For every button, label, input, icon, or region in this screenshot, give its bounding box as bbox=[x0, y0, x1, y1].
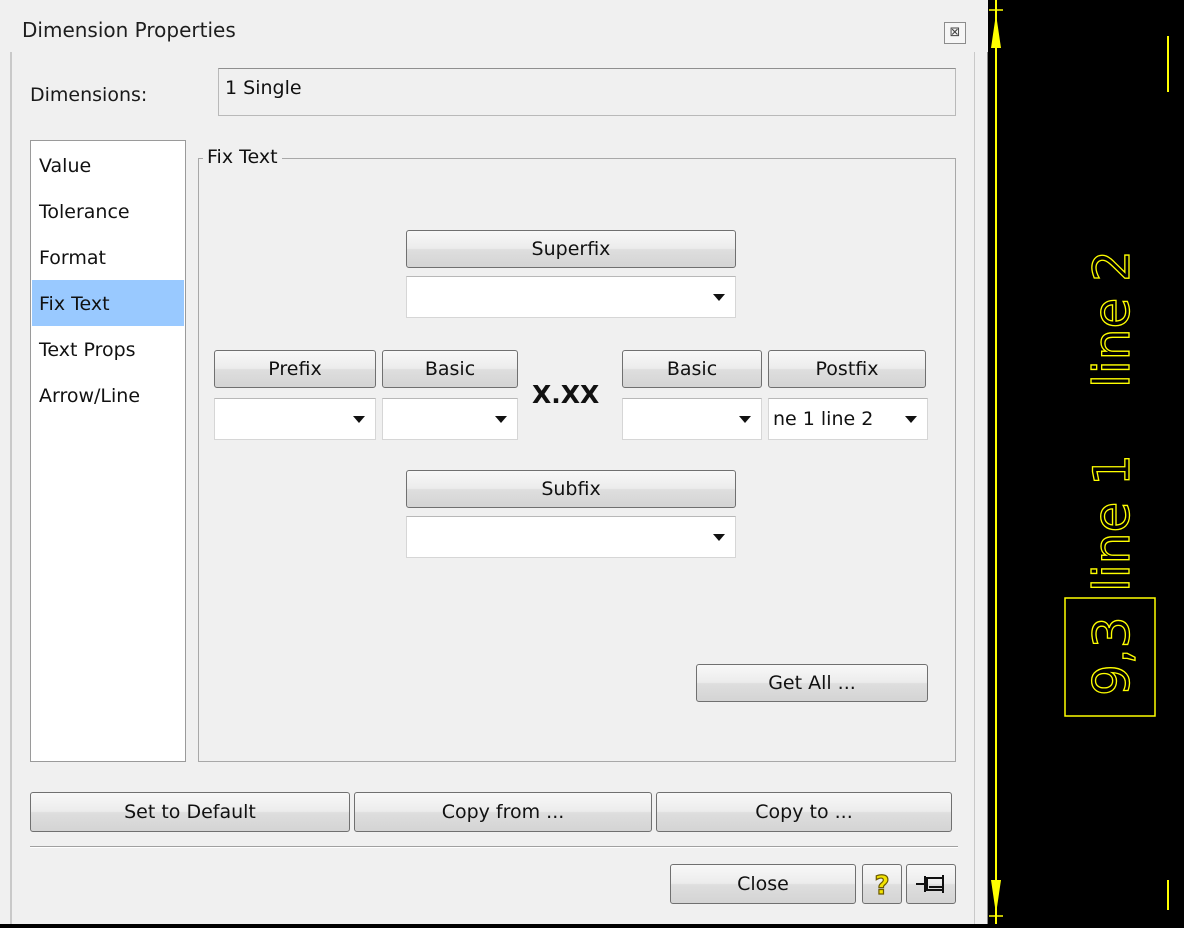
cad-drawing: 9,3 line 1 line 2 bbox=[989, 0, 1169, 924]
help-button[interactable]: ? bbox=[862, 864, 902, 904]
dimension-value-text: 9,3 bbox=[1083, 616, 1141, 696]
svg-text:?: ? bbox=[874, 871, 889, 901]
line2-text: line 2 bbox=[1083, 250, 1141, 388]
basic-left-button[interactable]: Basic bbox=[382, 350, 518, 388]
basic-left-combo[interactable] bbox=[382, 398, 518, 440]
superfix-combo[interactable] bbox=[406, 276, 736, 318]
frame-divider-right bbox=[974, 52, 975, 924]
arrow-head-bottom-icon bbox=[991, 880, 1001, 914]
nav-item-value[interactable]: Value bbox=[32, 142, 184, 188]
get-all-button[interactable]: Get All ... bbox=[696, 664, 928, 702]
fix-text-group-title: Fix Text bbox=[203, 146, 282, 168]
footer-separator bbox=[30, 846, 958, 848]
frame-divider-left bbox=[10, 52, 12, 924]
postfix-combo[interactable]: ne 1 line 2 bbox=[768, 398, 928, 440]
dropdown-arrow-icon bbox=[353, 416, 365, 423]
set-to-default-button[interactable]: Set to Default bbox=[30, 792, 350, 832]
dropdown-arrow-icon bbox=[713, 534, 725, 541]
dropdown-arrow-icon bbox=[713, 294, 725, 301]
dropdown-arrow-icon bbox=[739, 416, 751, 423]
title-bar[interactable]: Dimension Properties ⊠ bbox=[0, 0, 988, 52]
superfix-button[interactable]: Superfix bbox=[406, 230, 736, 268]
dimensions-label: Dimensions: bbox=[30, 84, 148, 106]
arrow-head-top-icon bbox=[991, 14, 1001, 48]
dropdown-arrow-icon bbox=[905, 416, 917, 423]
property-category-list: Value Tolerance Format Fix Text Text Pro… bbox=[30, 140, 186, 762]
dimension-value-placeholder: X.XX bbox=[532, 380, 600, 409]
basic-right-combo[interactable] bbox=[622, 398, 762, 440]
cad-canvas[interactable]: 9,3 line 1 line 2 bbox=[989, 0, 1184, 924]
subfix-button[interactable]: Subfix bbox=[406, 470, 736, 508]
nav-item-arrow-line[interactable]: Arrow/Line bbox=[32, 372, 184, 418]
subfix-combo[interactable] bbox=[406, 516, 736, 558]
line1-text: line 1 bbox=[1083, 454, 1141, 592]
close-button[interactable]: Close bbox=[670, 864, 856, 904]
dialog-title: Dimension Properties bbox=[22, 18, 236, 42]
postfix-combo-value: ne 1 line 2 bbox=[773, 408, 874, 430]
dropdown-arrow-icon bbox=[495, 416, 507, 423]
nav-item-format[interactable]: Format bbox=[32, 234, 184, 280]
prefix-combo[interactable] bbox=[214, 398, 376, 440]
nav-item-fix-text[interactable]: Fix Text bbox=[32, 280, 184, 326]
dimensions-field: 1 Single bbox=[218, 68, 956, 116]
help-icon: ? bbox=[874, 870, 890, 901]
pin-icon bbox=[916, 875, 944, 893]
basic-right-button[interactable]: Basic bbox=[622, 350, 762, 388]
nav-item-tolerance[interactable]: Tolerance bbox=[32, 188, 184, 234]
dimension-properties-dialog: Dimension Properties ⊠ Dimensions: 1 Sin… bbox=[0, 0, 988, 924]
nav-item-text-props[interactable]: Text Props bbox=[32, 326, 184, 372]
copy-from-button[interactable]: Copy from ... bbox=[354, 792, 652, 832]
prefix-button[interactable]: Prefix bbox=[214, 350, 376, 388]
copy-to-button[interactable]: Copy to ... bbox=[656, 792, 952, 832]
postfix-button[interactable]: Postfix bbox=[768, 350, 926, 388]
pin-button[interactable] bbox=[906, 864, 956, 904]
close-icon[interactable]: ⊠ bbox=[944, 22, 966, 44]
